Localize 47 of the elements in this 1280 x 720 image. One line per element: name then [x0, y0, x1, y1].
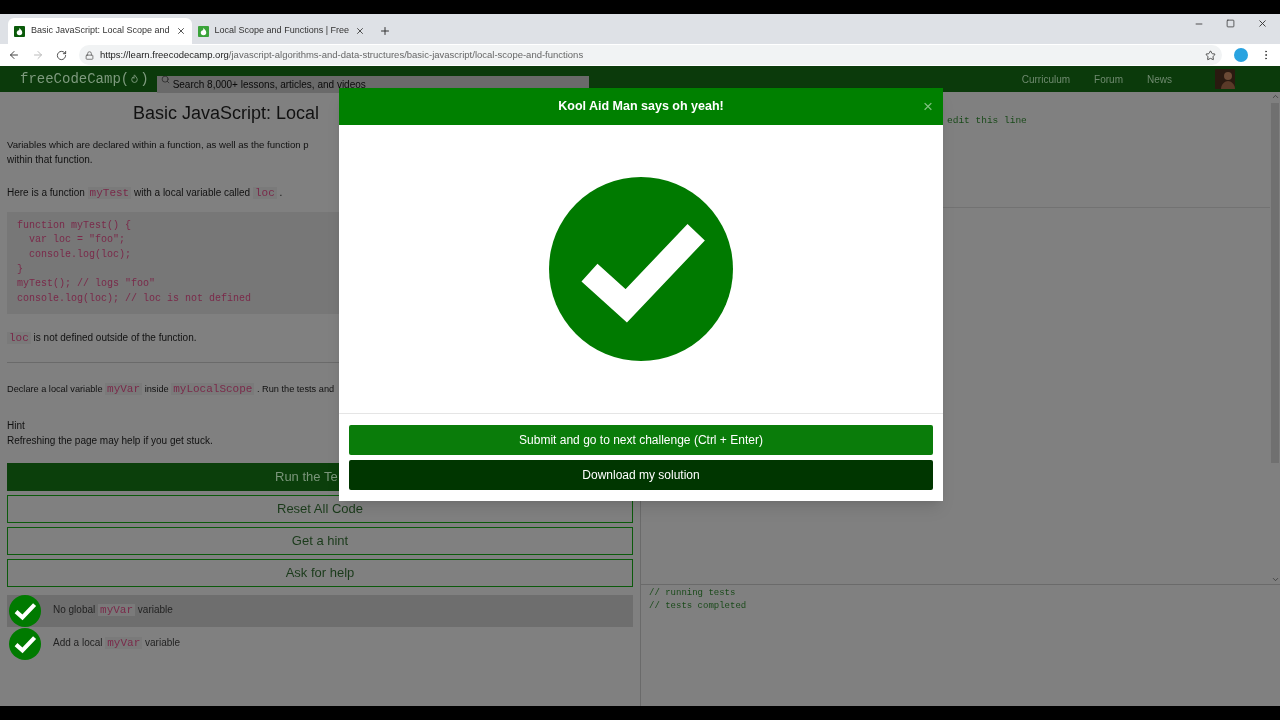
paragraph: Declare a local variable myVar inside myLocalScope . Run the tests and [7, 382, 335, 398]
action-button[interactable]: Get a hint [7, 526, 633, 555]
url-text: https://learn.freecodecamp.org/javascript-algorithms-and-data-structures/basic-javascript/local-scope-and-functions [100, 47, 584, 62]
paragraph: Here is a function myTest with a local variable called loc . [7, 186, 283, 201]
console-line: // running tests [649, 587, 737, 600]
dialog-button[interactable]: Download my solution [349, 460, 933, 490]
lesson-title: Basic JavaScript: Local [133, 102, 320, 125]
close-button[interactable]: × [923, 98, 933, 115]
close-icon[interactable] [175, 26, 186, 36]
logo-text: ) [140, 69, 149, 89]
action-button[interactable]: Ask for help [7, 558, 633, 587]
back-icon[interactable] [8, 49, 20, 61]
lock-icon [85, 50, 94, 60]
paragraph: within that function. [7, 153, 93, 167]
search-icon [160, 74, 170, 84]
logo[interactable]: freeCodeCamp( ) [20, 68, 149, 90]
tab-title: Local Scope and Functions | Free [214, 24, 349, 38]
flame-icon [129, 73, 141, 85]
dialog-button[interactable]: Submit and go to next challenge (Ctrl + Enter) [349, 425, 933, 455]
paragraph: loc is not defined outside of the function. [7, 330, 197, 346]
paragraph: Variables which are declared within a function, as well as the function p [7, 138, 309, 152]
avatar[interactable] [1214, 69, 1236, 89]
nav-link[interactable]: Curriculum [1021, 71, 1071, 87]
nav-link[interactable]: News [1147, 71, 1172, 87]
console-line: // tests completed [649, 600, 748, 613]
check-icon [549, 177, 733, 361]
tab-title: Basic JavaScript: Local Scope and [31, 24, 170, 38]
hint-text: Refreshing the page may help if you get stuck. [7, 433, 213, 448]
dialog-title: Kool Aid Man says oh yeah! [558, 98, 724, 116]
test-text: Add a local myVar variable [53, 636, 181, 652]
bookmark-star-icon[interactable] [1205, 49, 1216, 61]
new-tab-icon[interactable] [379, 25, 391, 37]
close-icon[interactable] [355, 26, 365, 36]
close-icon[interactable] [1257, 18, 1268, 29]
browser-tab[interactable]: Local Scope and Functions | Free [191, 18, 371, 44]
favicon-icon [197, 25, 209, 37]
reload-icon[interactable] [56, 49, 67, 61]
hint-title: Hint [7, 418, 25, 433]
maximize-icon[interactable] [1226, 19, 1235, 28]
favicon-icon [14, 25, 25, 37]
logo-text: freeCodeCamp( [20, 69, 130, 89]
browser-tab[interactable]: Basic JavaScript: Local Scope and [8, 18, 192, 44]
profile-icon[interactable] [1234, 48, 1248, 62]
address-bar[interactable]: https://learn.freecodecamp.org/javascript-algorithms-and-data-structures/basic-javascript/local-scope-and-functions [79, 45, 1222, 65]
test-text: No global myVar variable [53, 603, 173, 619]
code-line: edit this line [947, 115, 1027, 126]
nav-link[interactable]: Forum [1094, 71, 1123, 87]
